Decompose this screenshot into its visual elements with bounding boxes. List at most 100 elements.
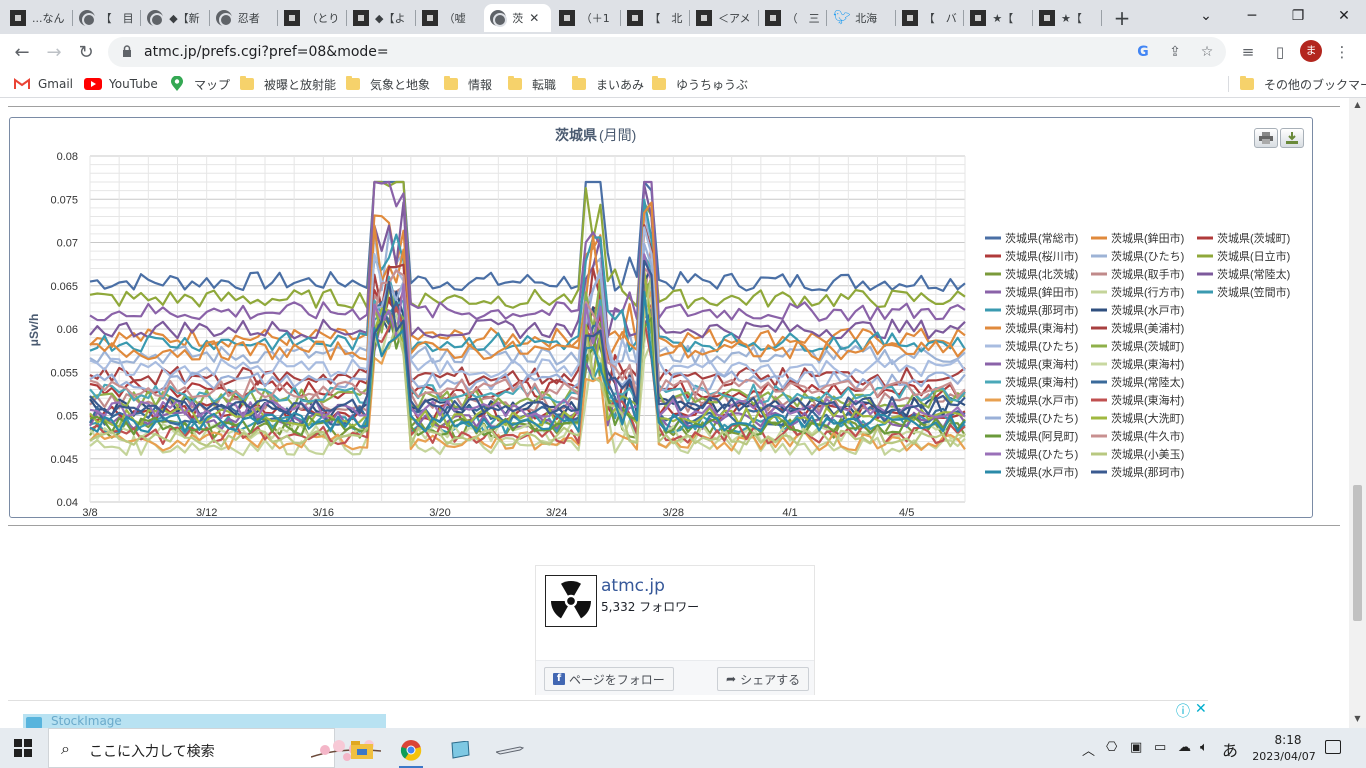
profile-avatar[interactable]: ま [1300,40,1322,62]
facebook-follower-count: 5,332 フォロワー [601,600,700,614]
new-tab-button[interactable]: + [1108,4,1137,32]
browser-tab[interactable]: 【 バ [896,4,963,32]
follow-label: ページをフォロー [569,672,665,687]
volume-icon[interactable]: 🔈︎ [1200,740,1208,755]
ad-text: StockImage [51,714,122,728]
scrollbar-thumb[interactable] [1353,485,1362,621]
facebook-share-button[interactable]: ➦ シェアする [717,667,810,691]
browser-tab[interactable]: 【 目 [73,4,140,32]
taskbar-app[interactable] [440,732,480,768]
network-icon[interactable]: ▭ [1154,740,1166,755]
tab-separator [1100,10,1102,26]
reload-button[interactable]: ↻ [72,38,100,66]
taskbar-file-explorer[interactable] [342,732,382,768]
menu-kebab-icon[interactable]: ⋮ [1332,42,1352,62]
tab-title: ◆【よ [375,12,406,25]
folder-icon [508,76,522,90]
bookmark-youtube[interactable]: YouTube [84,76,158,92]
folder-icon [240,76,254,90]
tray-app-icon[interactable]: ▣ [1130,740,1142,755]
scroll-up-icon[interactable]: ▲ [1353,100,1362,109]
print-button[interactable] [1254,128,1278,148]
ad-info-icon[interactable]: ⓘ [1176,701,1190,721]
download-icon [1286,132,1298,144]
youtube-icon [84,78,102,90]
bookmark-folder[interactable]: まいあみ [572,76,644,92]
forward-button[interactable]: → [40,38,68,66]
bookmark-folder[interactable]: 転職 [508,76,556,92]
bookmark-folder[interactable]: ゆうちゅうぶ [652,76,748,92]
taskbar-search[interactable]: ⌕ ここに入力して検索 [48,728,381,768]
radiation-trefoil-icon[interactable] [545,575,597,627]
legend-label: 茨城県(鉾田市) [1111,231,1184,245]
bookmarks-bar: Gmail YouTube マップ 被曝と放射能 気象と地象 情報 転職 まいあ… [0,70,1366,98]
browser-tab[interactable]: ＜アメ [690,4,757,32]
bookmark-star-icon[interactable]: ☆ [1198,43,1216,61]
ad-banner[interactable]: StockImage [23,714,386,729]
site-icon [421,10,438,26]
other-bookmarks[interactable]: その他のブックマーク [1240,76,1366,92]
facebook-page-name[interactable]: atmc.jp [601,576,665,596]
notification-center-icon[interactable] [1325,740,1341,754]
globe-icon [147,10,165,27]
y-tick-label: 0.045 [50,454,78,466]
browser-tab[interactable]: 忍者 [210,4,277,32]
windows-start-icon[interactable] [14,739,32,757]
side-panel-icon[interactable]: ▯ [1270,42,1290,62]
browser-tab[interactable]: ◆【よ [347,4,414,32]
facebook-follow-button[interactable]: f ページをフォロー [544,667,674,691]
legend-label: 茨城県(笠間市) [1217,285,1290,299]
bookmark-folder[interactable]: 被曝と放射能 [240,76,336,92]
google-lens-icon[interactable]: G [1134,43,1152,61]
twitter-bird-icon: 🐦︎ [833,10,851,26]
browser-tab[interactable]: ★【 [1033,4,1100,32]
browser-tab[interactable]: 【 北 [621,4,688,32]
y-tick-label: 0.075 [50,194,78,206]
advertisement[interactable]: StockImage ⓘ ✕ [8,700,1208,729]
tray-overflow-chevron-icon[interactable]: ︿ [1082,740,1095,759]
taskbar-chrome[interactable] [391,732,431,768]
browser-tab[interactable]: 茨 ✕ [484,4,551,32]
facebook-f-icon: f [553,673,565,685]
close-window-button[interactable]: ✕ [1322,0,1366,32]
page-scrollbar[interactable]: ▲ ▼ [1349,98,1366,728]
onedrive-icon[interactable]: ☁ [1178,740,1191,755]
back-button[interactable]: ← [8,38,36,66]
browser-tab[interactable]: ...なん [4,4,71,32]
x-tick-label: 3/24 [546,507,567,517]
browser-tab[interactable]: （とり [278,4,345,32]
browser-tab[interactable]: （＋1 [553,4,620,32]
maximize-button[interactable]: ❐ [1276,0,1320,32]
browser-tab[interactable]: ★【 [964,4,1031,32]
site-icon [10,10,26,26]
radiation-line-chart: 0.04 0.045 0.05 0.055 0.06 0.065 0.07 0.075 0.08… [27,127,1290,517]
download-button[interactable] [1280,128,1304,148]
meet-now-icon[interactable]: ⎔ [1106,740,1117,755]
browser-tab[interactable]: ◆【新 [141,4,208,32]
tab-search-chevron-icon[interactable]: ⌄ [1184,0,1228,32]
browser-tab[interactable]: （ 三 [759,4,826,32]
address-bar[interactable]: atmc.jp/prefs.cgi?pref=08&mode= G ⇪ ☆ [108,37,1226,67]
bookmark-maps[interactable]: マップ [170,76,230,92]
browser-tab[interactable]: 🐦︎ 北海 [827,4,894,32]
clock-time[interactable]: 8:18 [1258,733,1318,747]
scroll-down-icon[interactable]: ▼ [1353,714,1362,723]
minimize-button[interactable]: ─ [1230,0,1274,32]
taskbar-app[interactable] [490,732,530,768]
tab-title: （とり [306,12,340,25]
tab-title: 北海 [855,12,878,25]
ime-indicator[interactable]: あ [1222,737,1238,761]
ad-close-icon[interactable]: ✕ [1195,701,1207,717]
tab-close-icon[interactable]: ✕ [529,11,539,25]
tab-title: ★【 [992,12,1014,25]
share-icon[interactable]: ⇪ [1166,43,1184,61]
reading-list-icon[interactable]: ≡ [1238,42,1258,62]
legend-label: 茨城県(ひたち) [1111,249,1184,263]
tab-title: （＋1 [580,12,610,25]
bookmark-gmail[interactable]: Gmail [14,76,73,92]
clock-date[interactable]: 2023/04/07 [1244,750,1324,763]
bookmark-folder[interactable]: 気象と地象 [346,76,430,92]
x-tick-label: 4/1 [782,507,797,517]
browser-tab[interactable]: （嘘 [416,4,483,32]
bookmark-folder[interactable]: 情報 [444,76,492,92]
